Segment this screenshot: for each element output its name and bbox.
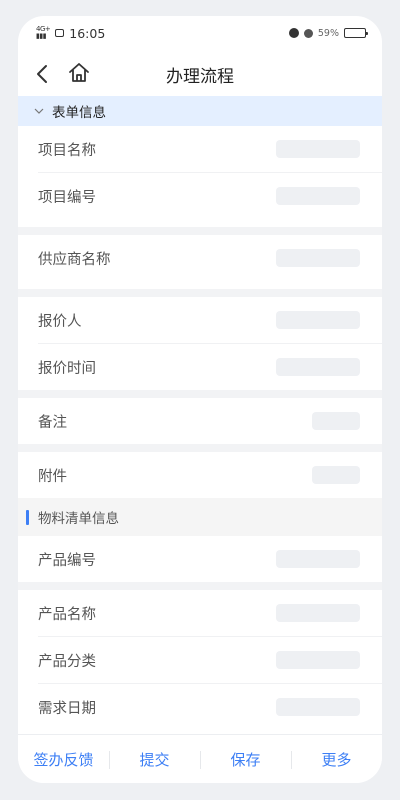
field-value-placeholder [276, 358, 360, 376]
status-time: 16:05 [69, 25, 106, 41]
feedback-button[interactable]: 签办反馈 [18, 749, 109, 770]
field-row-product-category[interactable]: 产品分类 [18, 637, 382, 683]
field-value-placeholder [312, 412, 360, 430]
field-row-remark[interactable]: 备注 [18, 398, 382, 444]
signal-icon: 4G+ ▮▮▮ [36, 25, 51, 40]
bottom-action-bar: 签办反馈 提交 保存 更多 [18, 734, 382, 783]
field-label: 附件 [38, 468, 67, 485]
field-row-product-number[interactable]: 产品编号 [18, 536, 382, 582]
chevron-down-icon [34, 108, 44, 114]
nav-bar: 办理流程 [18, 54, 382, 94]
field-label: 项目编号 [38, 189, 96, 206]
field-label: 项目名称 [38, 142, 96, 159]
field-value-placeholder [276, 140, 360, 158]
material-section-title: 物料清单信息 [38, 511, 119, 527]
section-gap [18, 390, 382, 398]
field-row-quoter[interactable]: 报价人 [18, 297, 382, 343]
mute-icon [303, 28, 313, 38]
field-value-placeholder [276, 311, 360, 329]
field-row-quote-time[interactable]: 报价时间 [18, 344, 382, 390]
material-section-header: 物料清单信息 [18, 498, 382, 536]
field-label: 需求日期 [38, 700, 96, 717]
alarm-icon [288, 28, 299, 38]
field-value-placeholder [276, 604, 360, 622]
field-row-required-date[interactable]: 需求日期 [18, 684, 382, 730]
section-gap [18, 582, 382, 590]
form-content: 项目名称 项目编号 供应商名称 报价人 报价时间 备注 附件 物料清单信息 产品… [18, 126, 382, 733]
page-title: 办理流程 [166, 66, 234, 87]
field-value-placeholder [312, 466, 360, 484]
field-label: 备注 [38, 414, 67, 431]
submit-button[interactable]: 提交 [109, 749, 200, 770]
status-right: 59% [288, 27, 368, 39]
section-accent-bar [26, 509, 29, 525]
field-label: 产品名称 [38, 606, 96, 623]
section-gap [18, 289, 382, 297]
section-gap [18, 227, 382, 235]
field-row-attachment[interactable]: 附件 [18, 452, 382, 498]
status-left: 4G+ ▮▮▮ 16:05 [36, 26, 105, 41]
hd-icon [55, 29, 65, 37]
more-button[interactable]: 更多 [291, 749, 382, 770]
section-gap [18, 444, 382, 452]
battery-percent: 59% [317, 27, 339, 39]
field-value-placeholder [276, 187, 360, 205]
field-row-product-name[interactable]: 产品名称 [18, 590, 382, 636]
field-value-placeholder [276, 651, 360, 669]
field-label: 报价人 [38, 313, 82, 330]
field-row-project-name[interactable]: 项目名称 [18, 126, 382, 172]
field-row-supplier-name[interactable]: 供应商名称 [18, 235, 382, 281]
field-value-placeholder [276, 698, 360, 716]
field-row-project-number[interactable]: 项目编号 [18, 173, 382, 219]
field-value-placeholder [276, 249, 360, 267]
form-section-title: 表单信息 [52, 105, 106, 121]
status-bar: 4G+ ▮▮▮ 16:05 59% [18, 16, 382, 50]
field-label: 供应商名称 [38, 251, 111, 268]
form-section-header[interactable]: 表单信息 [18, 96, 382, 126]
field-label: 报价时间 [38, 360, 96, 377]
field-value-placeholder [276, 550, 360, 568]
battery-icon [344, 28, 368, 38]
field-label: 产品编号 [38, 552, 96, 569]
save-button[interactable]: 保存 [200, 749, 291, 770]
phone-frame: 4G+ ▮▮▮ 16:05 59% 办理流程 表单信息 项目名称 项目编号 供应… [18, 16, 382, 783]
field-label: 产品分类 [38, 653, 96, 670]
